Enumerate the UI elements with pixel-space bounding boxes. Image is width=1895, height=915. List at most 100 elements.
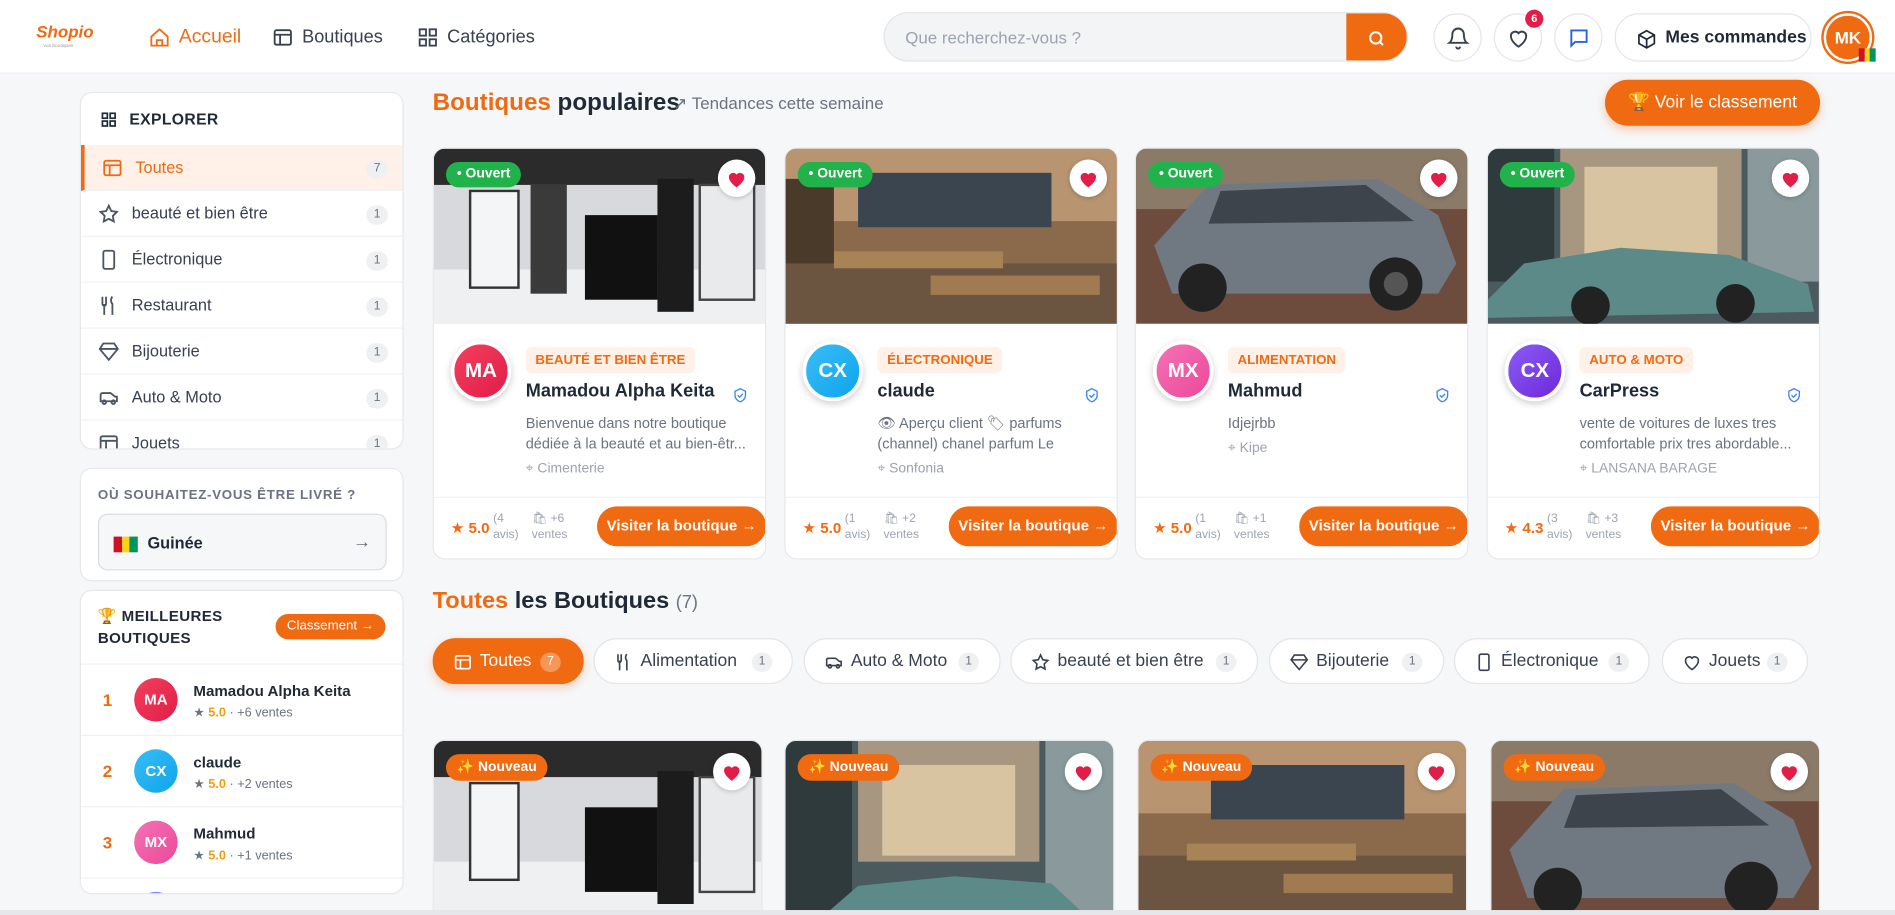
shop-reviews: (1 avis) — [1195, 512, 1221, 542]
sidebar-cat-auto-moto[interactable]: Auto & Moto 1 — [80, 375, 403, 421]
shop-card[interactable]: • Ouvert CX AUTO & MOTO CarPress vente d… — [1486, 147, 1821, 560]
bag-icon: 🛍 — [1585, 512, 1601, 526]
messages-button[interactable] — [1554, 13, 1603, 62]
sidebar-cat-count: 7 — [366, 159, 388, 179]
ranking-link-button[interactable]: Classement → — [275, 613, 386, 640]
shop-rating: ★ 4.3 — [1504, 518, 1544, 537]
verified-icon — [1086, 387, 1098, 403]
best-shop-stats: ★ 5.0 · +1 ventes — [193, 848, 293, 863]
open-status-badge: • Ouvert — [797, 161, 873, 188]
verified-icon — [734, 387, 747, 403]
search-button[interactable] — [1346, 13, 1407, 61]
filter-chip-bijouterie[interactable]: Bijouterie 1 — [1268, 638, 1445, 685]
shop-card[interactable]: ✨ Nouveau — [784, 739, 1115, 915]
sidebar-cat-toutes[interactable]: Toutes 7 — [80, 145, 403, 191]
filter-label: beauté et bien être — [1057, 651, 1204, 671]
sidebar-cat-count: 1 — [366, 435, 388, 449]
new-badge: ✨ Nouveau — [797, 754, 900, 781]
map-pin-icon: ⌖ — [1227, 441, 1236, 456]
horizontal-scrollbar[interactable] — [0, 910, 1895, 915]
avatar: CX — [802, 340, 863, 402]
shop-reviews: (1 avis) — [844, 512, 871, 542]
best-shop-row[interactable]: 2 CX claude ★ 5.0 · +2 ventes — [80, 734, 403, 806]
phone-icon — [102, 249, 116, 270]
shop-location-text: Cimenterie — [537, 461, 605, 477]
favorite-button[interactable] — [1770, 752, 1808, 791]
favorite-button[interactable] — [1069, 159, 1108, 197]
arrow-right-icon: → — [352, 531, 372, 553]
shop-location: ⌖ Kipe — [1228, 441, 1268, 457]
filter-chip-jouets[interactable]: Jouets 1 — [1661, 638, 1808, 685]
store-icon — [454, 655, 471, 670]
nav-boutiques[interactable]: Boutiques — [272, 0, 383, 74]
shop-card[interactable]: • Ouvert CX ÉLECTRONIQUE claude 👁 Aperçu… — [784, 147, 1118, 560]
nav-accueil[interactable]: Accueil — [149, 0, 241, 74]
favorite-button[interactable] — [1420, 159, 1458, 197]
favorite-button[interactable] — [1064, 752, 1103, 791]
shop-card[interactable]: • Ouvert MX ALIMENTATION Mahmud Idjejrbb… — [1134, 147, 1469, 560]
shop-card[interactable]: • Ouvert MA BEAUTÉ ET BIEN ÊTRE Mamadou … — [432, 147, 767, 560]
filter-chip-alimentation[interactable]: Alimentation 1 — [593, 638, 793, 685]
sidebar-cat-jouets[interactable]: Jouets 1 — [81, 421, 402, 449]
favorite-button[interactable] — [1771, 159, 1810, 197]
sidebar-cat-beaute[interactable]: beauté et bien être 1 — [80, 191, 403, 237]
avatar — [134, 891, 178, 894]
filter-chip-electronique[interactable]: Électronique 1 — [1453, 638, 1650, 685]
filter-chip-auto-moto[interactable]: Auto & Moto 1 — [803, 638, 1001, 685]
visit-shop-button[interactable]: Visiter la boutique → — [948, 506, 1117, 547]
view-ranking-button[interactable]: 🏆 Voir le classement — [1604, 79, 1821, 126]
search-bar[interactable]: Que recherchez-vous ? — [883, 12, 1408, 62]
guinea-flag-icon — [113, 536, 138, 553]
delivery-country-selector[interactable]: Guinée → — [97, 513, 387, 571]
sidebar-cat-label: Restaurant — [131, 296, 212, 315]
nav-categories[interactable]: Catégories — [417, 0, 535, 74]
sidebar-cat-label: beauté et bien être — [131, 204, 268, 223]
avatar: CX — [134, 749, 178, 793]
rank-number: 3 — [102, 832, 113, 853]
favorite-button[interactable] — [1417, 752, 1456, 791]
filter-chip-toutes[interactable]: Toutes 7 — [432, 638, 584, 685]
orders-button[interactable]: Mes commandes — [1614, 13, 1812, 62]
visit-shop-button[interactable]: Visiter la boutique → — [1299, 506, 1468, 547]
sidebar-cat-label: Bijouterie — [131, 342, 200, 361]
sidebar-cat-electronique[interactable]: Électronique 1 — [80, 237, 403, 283]
shop-card[interactable]: ✨ Nouveau — [432, 739, 763, 915]
search-input[interactable]: Que recherchez-vous ? — [905, 28, 1081, 47]
shop-sales: 🛍 +1 ventes — [1234, 511, 1282, 542]
shopio-logo[interactable]: Shopio vos boutiques — [36, 22, 96, 56]
best-shop-rating: 5.0 — [208, 705, 226, 721]
category-tag: AUTO & MOTO — [1579, 346, 1693, 374]
visit-shop-button[interactable]: Visiter la boutique → — [597, 506, 766, 547]
logo-tagline: vos boutiques — [43, 42, 74, 49]
filter-label: Auto & Moto — [850, 651, 948, 671]
avatar: MA — [450, 340, 512, 402]
avatar: MA — [134, 677, 178, 722]
rank-number: 1 — [102, 690, 113, 710]
logo-text: Shopio — [36, 21, 94, 42]
grid-icon — [101, 111, 116, 127]
filter-chip-beaute[interactable]: beauté et bien être 1 — [1010, 638, 1259, 685]
favorite-button[interactable] — [717, 159, 756, 197]
sidebar-cat-bijouterie[interactable]: Bijouterie 1 — [80, 329, 403, 375]
shop-location-text: Sonfonia — [889, 461, 944, 477]
car-icon — [825, 657, 842, 669]
shop-card[interactable]: ✨ Nouveau — [1490, 739, 1821, 915]
shop-description: 👁 Aperçu client 🏷 parfums (channel) chan… — [877, 414, 1062, 452]
shop-name: Mamadou Alpha Keita — [525, 380, 715, 402]
best-shop-row[interactable]: 3 MX Mahmud ★ 5.0 · +1 ventes — [80, 806, 403, 877]
best-shop-row[interactable]: 1 MA Mamadou Alpha Keita ★ 5.0 · +6 vent… — [80, 663, 403, 734]
star-icon: ★ — [1504, 519, 1519, 537]
map-pin-icon: ⌖ — [525, 461, 534, 477]
best-shop-row[interactable] — [80, 877, 403, 894]
visit-shop-button[interactable]: Visiter la boutique → — [1650, 506, 1819, 547]
favorite-button[interactable] — [713, 752, 751, 791]
filter-label: Bijouterie — [1316, 651, 1390, 671]
shop-reviews: (3 avis) — [1546, 512, 1573, 542]
store-icon — [103, 159, 122, 177]
sidebar-cat-label: Électronique — [131, 250, 223, 269]
notifications-button[interactable] — [1433, 13, 1482, 62]
sidebar-cat-restaurant[interactable]: Restaurant 1 — [80, 283, 403, 329]
car-icon — [99, 392, 118, 405]
delivery-title: OÙ SOUHAITEZ-VOUS ÊTRE LIVRÉ ? — [97, 488, 357, 503]
shop-card[interactable]: ✨ Nouveau — [1137, 739, 1468, 915]
